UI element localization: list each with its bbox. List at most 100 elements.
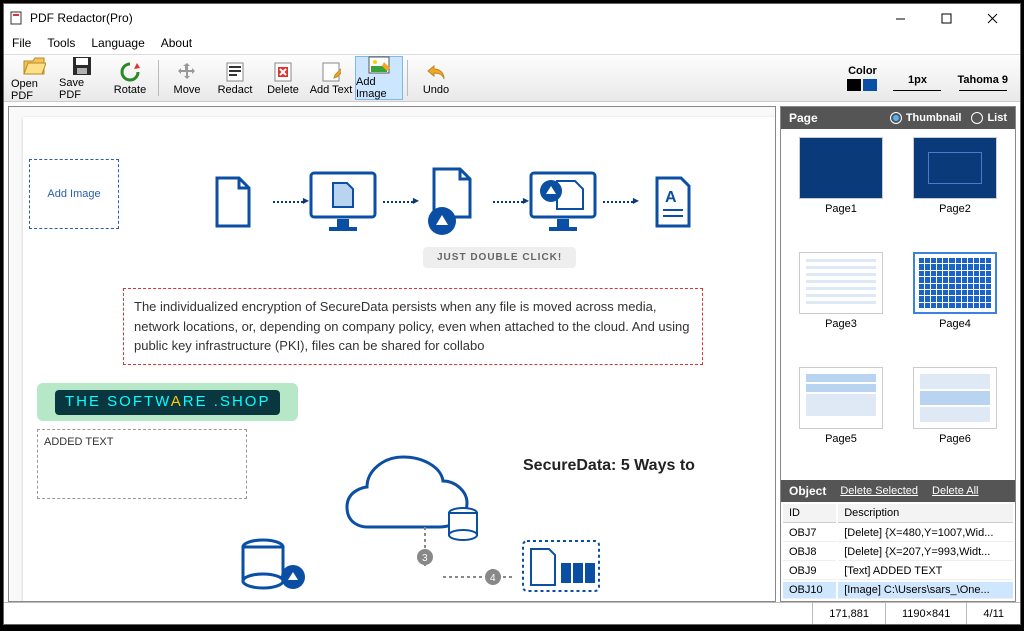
undo-icon	[424, 60, 448, 84]
thumbnail-label: Page4	[939, 318, 971, 330]
monitor-badge-icon	[527, 167, 599, 237]
object-row[interactable]: OBJ8[Delete] {X=207,Y=993,Widt...	[783, 544, 1013, 561]
page-thumbnail[interactable]: Page1	[789, 137, 893, 242]
separator	[407, 60, 408, 96]
object-row[interactable]: OBJ7[Delete] {X=480,Y=1007,Wid...	[783, 525, 1013, 542]
object-panel-header: Object Delete Selected Delete All	[781, 480, 1015, 502]
thumbnail-preview	[799, 137, 883, 199]
col-id[interactable]: ID	[783, 504, 836, 523]
page-panel-header: Page Thumbnail List	[781, 107, 1015, 129]
svg-text:3: 3	[422, 553, 428, 564]
folder-open-icon	[22, 54, 46, 78]
add-image-icon	[367, 56, 391, 76]
menubar: File Tools Language About	[4, 32, 1020, 54]
page-thumbnail[interactable]: Page3	[789, 252, 893, 357]
line-width-picker[interactable]: 1px	[893, 74, 941, 91]
delete-icon	[271, 60, 295, 84]
thumbnail-view-option[interactable]: Thumbnail	[890, 112, 962, 124]
object-desc: [Text] ADDED TEXT	[838, 563, 1013, 580]
arrow-icon	[603, 201, 633, 203]
object-id: OBJ7	[783, 525, 836, 542]
rotate-button[interactable]: Rotate	[106, 56, 154, 100]
flow-diagram: A	[143, 167, 763, 237]
col-desc[interactable]: Description	[838, 504, 1013, 523]
close-button[interactable]	[970, 5, 1014, 31]
font-underline	[959, 90, 1007, 91]
window-buttons	[878, 5, 1014, 31]
thumbnail-preview	[913, 367, 997, 429]
object-id: OBJ9	[783, 563, 836, 580]
thumbnail-preview	[913, 137, 997, 199]
page-thumbnail[interactable]: Page5	[789, 367, 893, 472]
delete-selected-link[interactable]: Delete Selected	[840, 485, 918, 497]
add-image-placeholder[interactable]: Add Image	[29, 159, 119, 229]
thumbnail-preview	[799, 252, 883, 314]
document-a-icon: A	[637, 167, 709, 237]
object-desc: [Delete] {X=480,Y=1007,Wid...	[838, 525, 1013, 542]
object-desc: [Image] C:\Users\sars_\One...	[838, 582, 1013, 599]
titlebar: PDF Redactor(Pro)	[4, 4, 1020, 32]
file-badge-icon	[417, 167, 489, 237]
thumbnail-label: Page5	[825, 433, 857, 445]
thumbnail-label: Page3	[825, 318, 857, 330]
window-title: PDF Redactor(Pro)	[30, 11, 878, 25]
thumbnail-label: Page6	[939, 433, 971, 445]
window: PDF Redactor(Pro) File Tools Language Ab…	[3, 3, 1021, 625]
color-picker[interactable]: Color	[847, 65, 877, 91]
move-button[interactable]: Move	[163, 56, 211, 100]
redact-icon	[223, 60, 247, 84]
add-text-icon	[319, 60, 343, 84]
thumbnail-grid: Page1 Page2 Page3 Page4 Page5 Page6	[781, 129, 1015, 480]
thumbnail-label: Page1	[825, 203, 857, 215]
open-pdf-button[interactable]: Open PDF	[10, 56, 58, 100]
arrow-icon	[383, 201, 413, 203]
logo-image-object[interactable]: THE SOFTWARE .SHOP	[37, 383, 298, 421]
maximize-button[interactable]	[924, 5, 968, 31]
color-swatch-blue[interactable]	[863, 79, 877, 91]
move-icon	[175, 60, 199, 84]
arrow-icon	[273, 201, 303, 203]
status-page-number: 4/11	[966, 603, 1020, 624]
arrow-icon	[493, 201, 523, 203]
redact-button[interactable]: Redact	[211, 56, 259, 100]
content-row: Add Image A JUST DOUBLE CLICK! The indiv…	[4, 102, 1020, 602]
canvas[interactable]: Add Image A JUST DOUBLE CLICK! The indiv…	[8, 106, 776, 602]
statusbar: 171,881 1190×841 4/11	[4, 602, 1020, 624]
add-text-button[interactable]: Add Text	[307, 56, 355, 100]
add-image-button[interactable]: Add Image	[355, 56, 403, 100]
menu-file[interactable]: File	[12, 36, 31, 50]
save-pdf-button[interactable]: Save PDF	[58, 56, 106, 100]
page-thumbnail[interactable]: Page4	[903, 252, 1007, 357]
monitor-icon	[307, 167, 379, 237]
save-icon	[70, 55, 94, 77]
doubleclick-caption: JUST DOUBLE CLICK!	[423, 247, 576, 268]
thumbnail-preview	[913, 252, 997, 314]
object-id: OBJ8	[783, 544, 836, 561]
object-row[interactable]: OBJ9[Text] ADDED TEXT	[783, 563, 1013, 580]
menu-language[interactable]: Language	[91, 36, 144, 50]
color-swatch-black[interactable]	[847, 79, 861, 91]
font-picker[interactable]: Tahoma 9	[957, 74, 1008, 91]
list-view-option[interactable]: List	[971, 112, 1007, 124]
minimize-button[interactable]	[878, 5, 922, 31]
diagram-graphic: 3 4	[203, 437, 603, 597]
toolbar-right: Color 1px Tahoma 9	[847, 65, 1014, 91]
paragraph-selection[interactable]: The individualized encryption of SecureD…	[123, 288, 703, 365]
radio-on-icon	[890, 112, 902, 124]
undo-button[interactable]: Undo	[412, 56, 460, 100]
menu-tools[interactable]: Tools	[47, 36, 75, 50]
delete-button[interactable]: Delete	[259, 56, 307, 100]
thumbnail-preview	[799, 367, 883, 429]
thumbnail-label: Page2	[939, 203, 971, 215]
status-coordinates: 171,881	[812, 603, 885, 624]
object-row[interactable]: OBJ10[Image] C:\Users\sars_\One...	[783, 582, 1013, 599]
object-table: ID Description OBJ7[Delete] {X=480,Y=100…	[781, 502, 1015, 601]
page-thumbnail[interactable]: Page6	[903, 367, 1007, 472]
svg-text:4: 4	[490, 573, 496, 584]
file-icon	[197, 167, 269, 237]
page-thumbnail[interactable]: Page2	[903, 137, 1007, 242]
menu-about[interactable]: About	[161, 36, 192, 50]
toolbar: Open PDF Save PDF Rotate Move Redact Del…	[4, 54, 1020, 102]
delete-all-link[interactable]: Delete All	[932, 485, 978, 497]
separator	[158, 60, 159, 96]
